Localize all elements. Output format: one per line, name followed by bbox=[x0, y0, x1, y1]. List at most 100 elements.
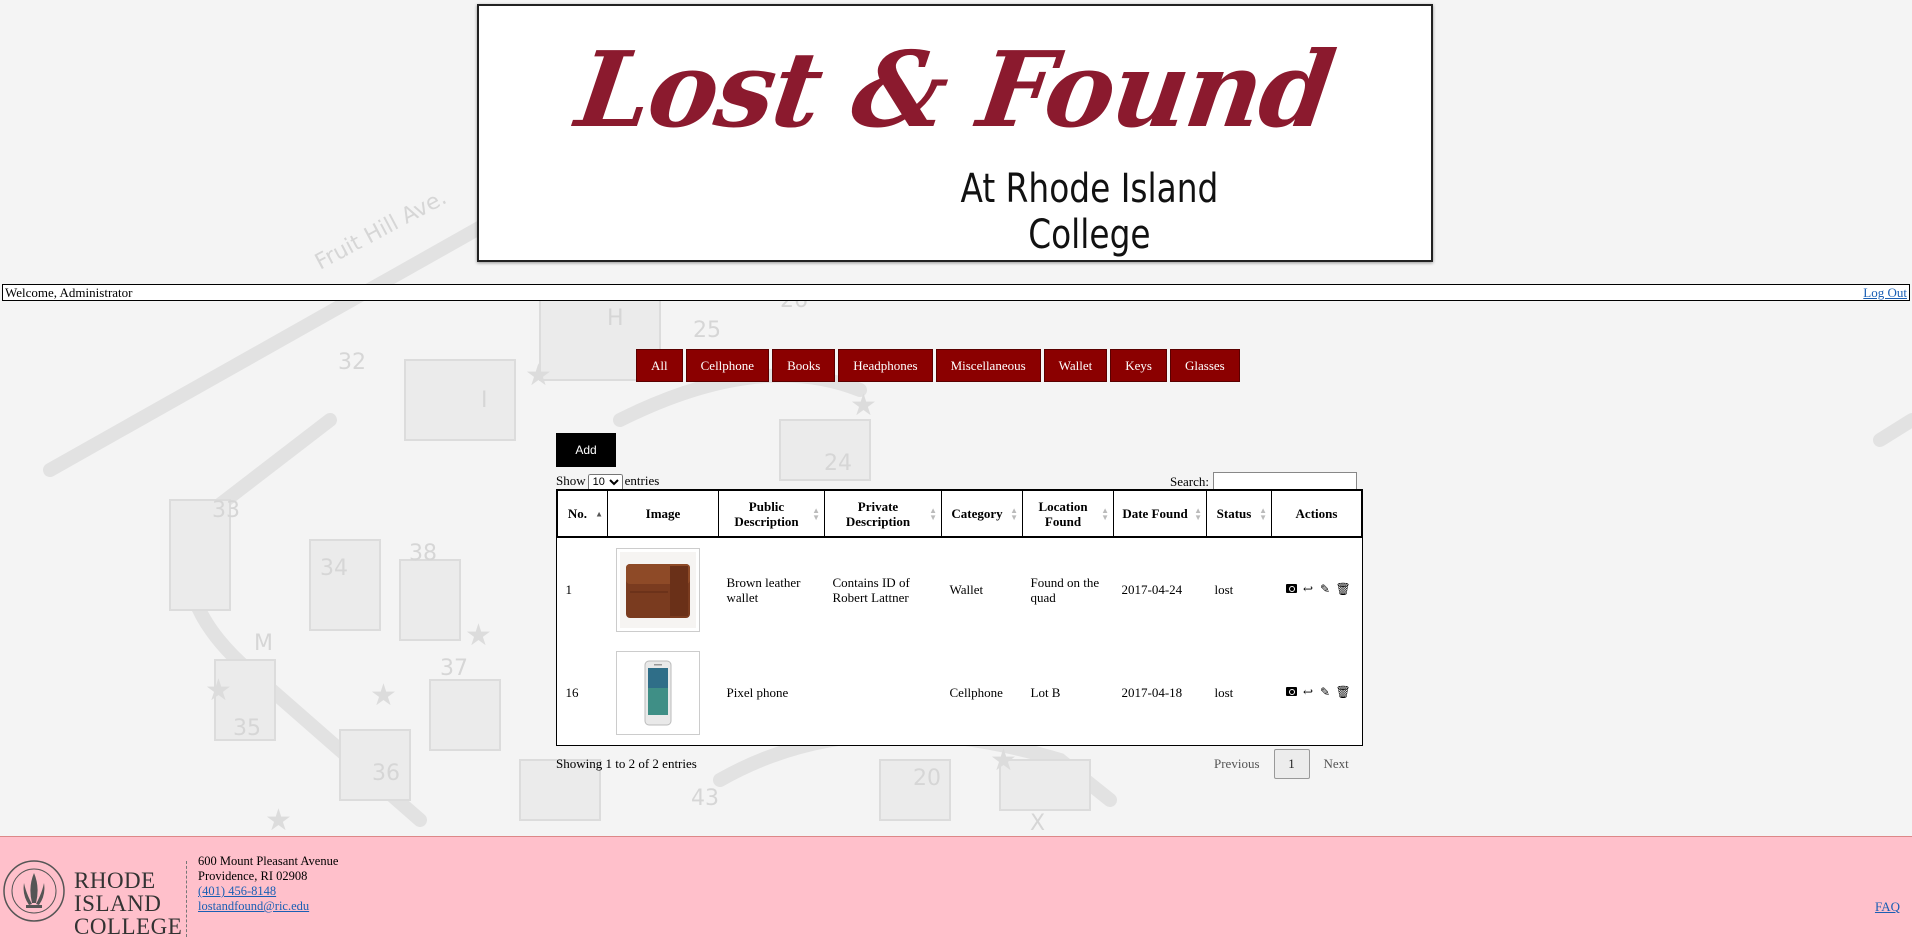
cell-date-found: 2017-04-18 bbox=[1121, 685, 1183, 700]
sort-icon: ▲ ▼ bbox=[1194, 505, 1202, 522]
site-banner: Lost & Found At Rhode Island College bbox=[477, 4, 1433, 262]
cell-public-description: Brown leather wallet bbox=[726, 574, 801, 605]
phone-link[interactable]: (401) 456-8148 bbox=[198, 884, 276, 898]
trash-icon[interactable]: 🗑 bbox=[1336, 582, 1351, 597]
svg-text:33: 33 bbox=[212, 498, 240, 523]
svg-text:25: 25 bbox=[693, 318, 721, 343]
svg-text:20: 20 bbox=[913, 766, 941, 791]
wallet-photo[interactable] bbox=[615, 547, 700, 632]
banner-subtitle: At Rhode Island College bbox=[960, 166, 1219, 258]
sort-icon: ▲ ▼ bbox=[929, 505, 937, 522]
trash-icon[interactable]: 🗑 bbox=[1336, 685, 1351, 700]
sort-icon: ▲ ▼ bbox=[1010, 505, 1018, 522]
cell-actions: ↩ ✎ 🗑 bbox=[1272, 641, 1362, 744]
edit-icon[interactable]: ✎ bbox=[1319, 582, 1332, 597]
svg-text:35: 35 bbox=[233, 716, 261, 741]
cell-status: lost bbox=[1214, 685, 1234, 700]
cell-public-description: Pixel phone bbox=[726, 685, 789, 700]
phone-photo[interactable] bbox=[615, 650, 700, 735]
page-size-control: Show 10 entries bbox=[556, 473, 659, 491]
items-table-container: No. ▲ Image Public Description ▲ ▼ Private … bbox=[556, 489, 1363, 746]
welcome-bar: Welcome, Administrator Log Out bbox=[2, 284, 1910, 301]
category-button-wallet[interactable]: Wallet bbox=[1043, 349, 1108, 382]
column-header-public-description[interactable]: Public Description ▲ ▼ bbox=[718, 490, 825, 538]
table-header-row: No. ▲ Image Public Description ▲ ▼ Private … bbox=[557, 490, 1362, 538]
svg-text:★: ★ bbox=[370, 679, 397, 712]
add-item-button[interactable]: Add bbox=[556, 433, 616, 467]
logout-link[interactable]: Log Out bbox=[1863, 285, 1907, 300]
footer-divider bbox=[186, 861, 187, 937]
search-icon[interactable] bbox=[1285, 582, 1298, 597]
category-button-miscellaneous[interactable]: Miscellaneous bbox=[935, 349, 1041, 382]
category-button-headphones[interactable]: Headphones bbox=[838, 349, 933, 382]
cell-status: lost bbox=[1214, 582, 1234, 597]
table-row: 1 Brown leather wallet Contains ID of Ro… bbox=[558, 537, 1362, 641]
svg-text:★: ★ bbox=[990, 744, 1017, 777]
sort-icon: ▲ ▼ bbox=[812, 505, 820, 522]
svg-text:★: ★ bbox=[850, 389, 877, 422]
page-button-current[interactable]: 1 bbox=[1273, 749, 1310, 779]
cell-location-found: Found on the quad bbox=[1030, 574, 1100, 605]
svg-text:★: ★ bbox=[465, 619, 492, 652]
footer-address: 600 Mount Pleasant Avenue Providence, RI… bbox=[198, 854, 338, 914]
items-table: No. ▲ Image Public Description ▲ ▼ Private … bbox=[557, 490, 1362, 744]
cell-category: Cellphone bbox=[949, 685, 1003, 700]
category-button-books[interactable]: Books bbox=[772, 349, 836, 382]
svg-text:24: 24 bbox=[824, 451, 852, 476]
category-button-all[interactable]: All bbox=[636, 349, 683, 382]
sort-icon: ▲ ▼ bbox=[1259, 505, 1267, 522]
svg-text:43: 43 bbox=[691, 786, 719, 811]
college-seal-icon bbox=[3, 860, 65, 922]
edit-icon[interactable]: ✎ bbox=[1319, 685, 1332, 700]
cell-date-found: 2017-04-24 bbox=[1121, 582, 1183, 597]
cell-no: 1 bbox=[565, 582, 573, 597]
column-header-private-description[interactable]: Private Description ▲ ▼ bbox=[824, 490, 942, 538]
college-wordmark: RHODE ISLAND COLLEGE bbox=[74, 868, 183, 939]
search-icon[interactable] bbox=[1285, 685, 1298, 700]
column-header-date-found[interactable]: Date Found ▲ ▼ bbox=[1113, 490, 1207, 538]
column-header-actions: Actions bbox=[1271, 490, 1362, 538]
category-filter-bar: All Cellphone Books Headphones Miscellan… bbox=[636, 349, 1240, 382]
page-size-select[interactable]: 10 bbox=[587, 473, 623, 491]
previous-page-button[interactable]: Previous bbox=[1200, 756, 1274, 772]
cell-private-description: Contains ID of Robert Lattner bbox=[832, 574, 910, 605]
category-button-glasses[interactable]: Glasses bbox=[1169, 349, 1240, 382]
cell-actions: ↩ ✎ 🗑 bbox=[1272, 537, 1362, 641]
column-header-image: Image bbox=[607, 490, 719, 538]
cell-category: Wallet bbox=[949, 582, 984, 597]
cell-location-found: Lot B bbox=[1030, 685, 1061, 700]
svg-text:H: H bbox=[607, 306, 624, 331]
cell-private-description bbox=[825, 641, 942, 744]
column-header-location-found[interactable]: Location Found ▲ ▼ bbox=[1022, 490, 1114, 538]
next-page-button[interactable]: Next bbox=[1310, 756, 1363, 772]
svg-text:32: 32 bbox=[338, 350, 366, 375]
column-header-no[interactable]: No. ▲ bbox=[557, 490, 608, 538]
svg-text:★: ★ bbox=[525, 359, 552, 392]
return-icon[interactable]: ↩ bbox=[1302, 685, 1315, 700]
svg-text:34: 34 bbox=[320, 556, 348, 581]
site-footer: RHODE ISLAND COLLEGE 600 Mount Pleasant … bbox=[0, 836, 1912, 952]
table-info: Showing 1 to 2 of 2 entries bbox=[556, 756, 697, 771]
table-row: 16 Pixel phone Cellphone Lot B 2017-04-1… bbox=[558, 641, 1362, 744]
cell-image bbox=[608, 641, 719, 744]
pagination: Previous 1 Next bbox=[1200, 749, 1363, 779]
faq-link[interactable]: FAQ bbox=[1875, 899, 1900, 915]
svg-text:M: M bbox=[254, 631, 273, 656]
svg-text:★: ★ bbox=[265, 804, 292, 836]
entries-label: entries bbox=[624, 473, 660, 488]
sort-asc-icon: ▲ bbox=[595, 509, 603, 518]
cell-image bbox=[608, 537, 719, 641]
column-header-status[interactable]: Status ▲ ▼ bbox=[1206, 490, 1272, 538]
cell-no: 16 bbox=[565, 685, 579, 700]
svg-text:I: I bbox=[481, 388, 488, 413]
category-button-cellphone[interactable]: Cellphone bbox=[685, 349, 770, 382]
svg-text:X: X bbox=[1030, 811, 1045, 836]
welcome-text: Welcome, Administrator bbox=[5, 285, 133, 300]
email-link[interactable]: lostandfound@ric.edu bbox=[198, 899, 309, 913]
column-header-category[interactable]: Category ▲ ▼ bbox=[941, 490, 1023, 538]
banner-title: Lost & Found bbox=[569, 28, 1341, 151]
svg-text:38: 38 bbox=[409, 541, 437, 566]
address-line-2: Providence, RI 02908 bbox=[198, 869, 308, 883]
return-icon[interactable]: ↩ bbox=[1302, 582, 1315, 597]
category-button-keys[interactable]: Keys bbox=[1110, 349, 1167, 382]
